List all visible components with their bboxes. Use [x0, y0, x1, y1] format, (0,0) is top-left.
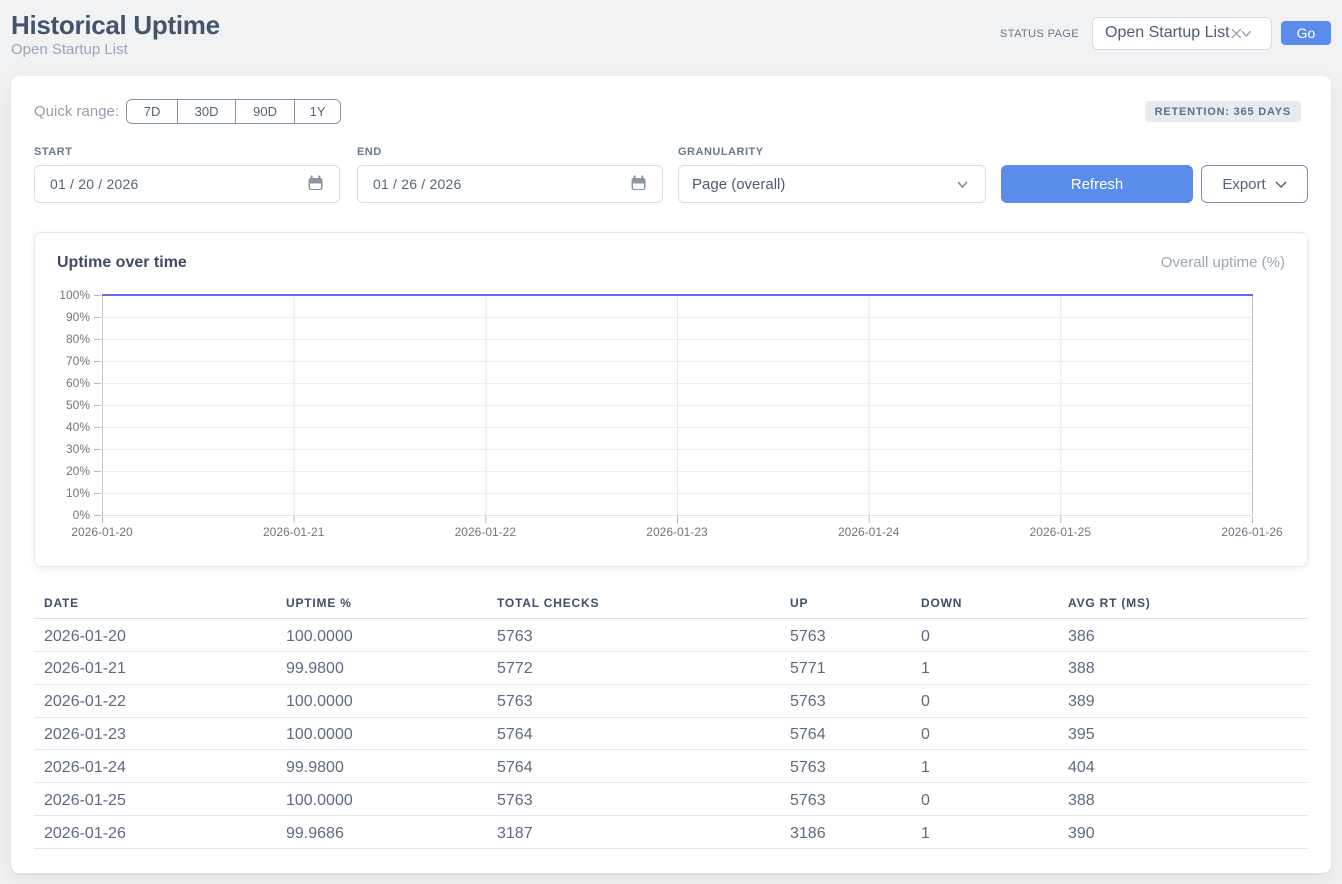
- svg-text:20%: 20%: [66, 464, 90, 478]
- svg-text:2026-01-22: 2026-01-22: [455, 525, 517, 539]
- svg-text:2026-01-26: 2026-01-26: [1221, 525, 1283, 539]
- svg-text:2026-01-24: 2026-01-24: [838, 525, 900, 539]
- svg-text:70%: 70%: [66, 354, 90, 368]
- svg-text:90%: 90%: [66, 310, 90, 324]
- svg-text:2026-01-25: 2026-01-25: [1030, 525, 1092, 539]
- svg-text:80%: 80%: [66, 332, 90, 346]
- svg-text:50%: 50%: [66, 398, 90, 412]
- svg-text:0%: 0%: [73, 508, 91, 522]
- svg-text:100%: 100%: [59, 288, 90, 302]
- svg-text:10%: 10%: [66, 486, 90, 500]
- svg-text:30%: 30%: [66, 442, 90, 456]
- svg-text:40%: 40%: [66, 420, 90, 434]
- svg-text:2026-01-23: 2026-01-23: [646, 525, 708, 539]
- svg-text:2026-01-20: 2026-01-20: [71, 525, 133, 539]
- svg-text:60%: 60%: [66, 376, 90, 390]
- svg-text:2026-01-21: 2026-01-21: [263, 525, 325, 539]
